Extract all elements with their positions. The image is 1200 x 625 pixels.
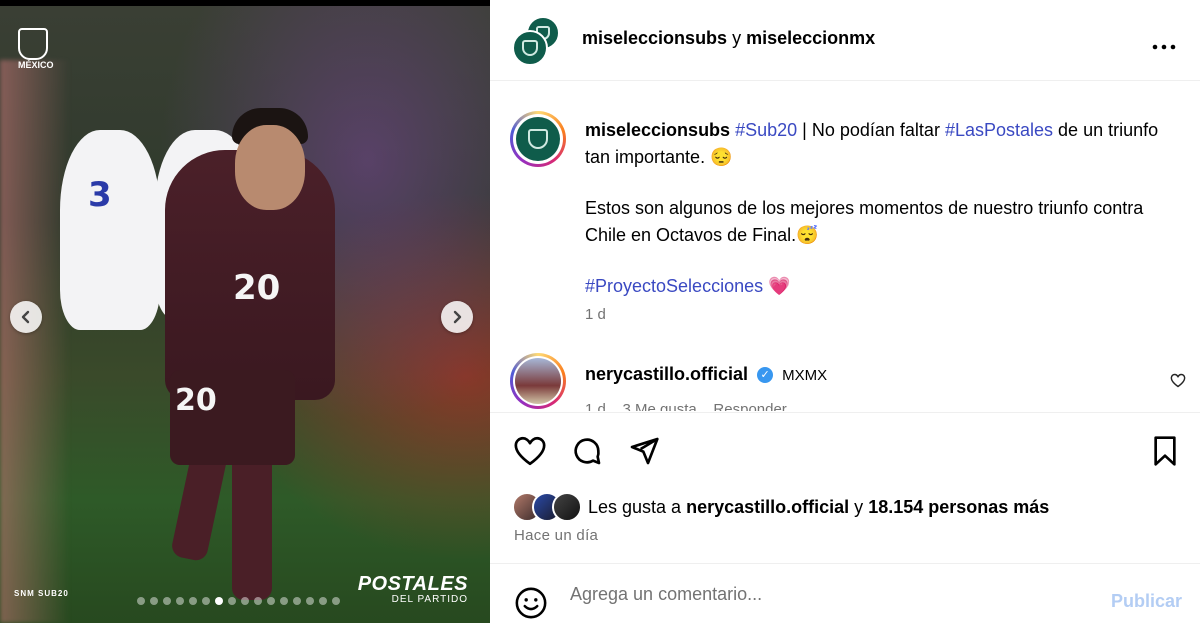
postales-title: POSTALES	[357, 573, 468, 595]
comment-button[interactable]	[570, 435, 604, 472]
avatar[interactable]	[512, 30, 548, 66]
likes-count[interactable]: 18.154 personas más	[868, 497, 1049, 517]
likes-text: Les gusta a nerycastillo.official y 18.1…	[588, 497, 1049, 518]
send-icon	[630, 437, 659, 465]
more-horizontal-icon	[1152, 44, 1176, 50]
post-header-title: miseleccionsubs y miseleccionmx	[582, 28, 875, 49]
like-comment-button[interactable]	[1170, 373, 1186, 393]
save-button[interactable]	[1150, 435, 1180, 472]
carousel-dot-active	[215, 597, 223, 605]
carousel-dot	[254, 597, 262, 605]
carousel-dot	[176, 597, 184, 605]
header-joiner: y	[732, 28, 742, 48]
likes-summary: Les gusta a nerycastillo.official y 18.1…	[512, 492, 1049, 522]
postales-overlay: POSTALES DEL PARTIDO	[358, 574, 468, 605]
share-button[interactable]	[627, 435, 661, 472]
carousel-dot	[228, 597, 236, 605]
post-timestamp[interactable]: Hace un día	[514, 527, 598, 544]
post-actions: Les gusta a nerycastillo.official y 18.1…	[490, 412, 1200, 563]
more-options-button[interactable]	[1152, 30, 1176, 56]
comment-composer: Publicar	[490, 563, 1200, 624]
carousel-dot	[189, 597, 197, 605]
carousel-dot	[280, 597, 288, 605]
mexico-federation-logo: MÉXICO	[18, 28, 54, 70]
carousel-dot	[150, 597, 158, 605]
likes-user[interactable]: nerycastillo.official	[686, 497, 849, 517]
account-link[interactable]: miseleccionmx	[746, 28, 875, 48]
comment-bubble-icon	[574, 438, 601, 465]
background-player	[60, 130, 160, 330]
logo-text: MÉXICO	[18, 60, 54, 70]
caption-avatar[interactable]	[510, 111, 566, 167]
carousel-next-button[interactable]	[441, 301, 473, 333]
avatar	[552, 492, 582, 522]
likes-prefix: Les gusta a	[588, 496, 682, 517]
comment-avatar[interactable]	[510, 353, 566, 409]
heart-outline-icon	[1170, 373, 1186, 388]
caption-paragraph: Estos son algunos de los mejores momento…	[585, 198, 1144, 245]
hashtag-link[interactable]: #Sub20	[735, 120, 797, 140]
carousel-dot	[202, 597, 210, 605]
hashtag-link[interactable]: #LasPostales	[945, 120, 1053, 140]
caption-time: 1 d	[585, 306, 606, 323]
heart-emoji: 💗	[768, 276, 791, 296]
post-details-panel: miseleccionsubs y miseleccionmx miselecc…	[490, 0, 1200, 623]
comment-likes[interactable]: 3 Me gusta	[623, 401, 697, 411]
post-image[interactable]: 3 20 20 MÉXICO SNM SUB20 POSTALES DEL PA…	[0, 0, 490, 623]
caption-text: miseleccionsubs #Sub20 | No podían falta…	[585, 117, 1165, 300]
jersey-number: 20	[233, 268, 281, 308]
comment-meta: 1 d 3 Me gusta Responder	[585, 401, 787, 411]
bookmark-icon	[1154, 436, 1176, 466]
carousel-dot	[293, 597, 301, 605]
carousel-dot	[163, 597, 171, 605]
caption-fragment: | No podían faltar	[802, 120, 940, 140]
caption-and-comments[interactable]: miseleccionsubs #Sub20 | No podían falta…	[490, 81, 1200, 411]
background-jersey-number: 3	[88, 175, 112, 215]
smiley-icon	[515, 587, 547, 619]
brand-tag: SNM SUB20	[14, 589, 69, 598]
comment-username[interactable]: nerycastillo.official	[585, 364, 748, 384]
carousel-dot	[332, 597, 340, 605]
post-header: miseleccionsubs y miseleccionmx	[490, 0, 1200, 81]
shield-icon	[18, 28, 48, 60]
player-head	[235, 125, 305, 210]
comment-input[interactable]	[570, 584, 1070, 605]
shorts-number: 20	[175, 383, 217, 418]
likes-joiner: y	[854, 496, 864, 517]
carousel-dot	[137, 597, 145, 605]
comment: nerycastillo.official ✓ MXMX	[585, 364, 827, 385]
heart-outline-icon	[514, 436, 546, 466]
player-leg	[232, 450, 272, 600]
postales-subtitle: DEL PARTIDO	[391, 594, 468, 605]
carousel-indicators	[137, 597, 340, 605]
carousel-dot	[267, 597, 275, 605]
like-button[interactable]	[513, 435, 547, 472]
collab-avatars[interactable]	[512, 16, 562, 66]
account-link[interactable]: miseleccionsubs	[582, 28, 727, 48]
carousel-prev-button[interactable]	[10, 301, 42, 333]
caption-username[interactable]: miseleccionsubs	[585, 120, 730, 140]
blurred-foreground	[0, 60, 70, 623]
comment-time: 1 d	[585, 401, 606, 411]
hashtag-link[interactable]: #ProyectoSelecciones	[585, 276, 763, 296]
carousel-dot	[319, 597, 327, 605]
emoji-button[interactable]	[514, 586, 548, 625]
carousel-dot	[241, 597, 249, 605]
chevron-left-icon	[21, 310, 30, 324]
publish-button[interactable]: Publicar	[1111, 591, 1182, 612]
chevron-right-icon	[453, 310, 462, 324]
carousel-dot	[306, 597, 314, 605]
verified-badge-icon: ✓	[757, 367, 774, 384]
comment-text: MXMX	[782, 367, 828, 384]
reply-link[interactable]: Responder	[713, 401, 786, 411]
